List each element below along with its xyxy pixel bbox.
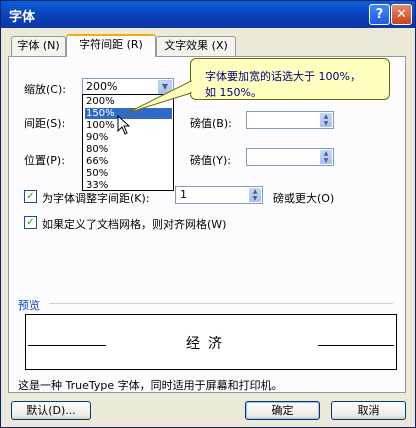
kerning-value: 1 [180,188,187,201]
scale-option[interactable]: 80% [85,144,172,155]
spacing-pt-label: 磅值(B): [190,117,232,130]
cancel-button[interactable]: 取消 [331,401,406,420]
kerning-checkbox[interactable]: ✓ [24,190,37,203]
callout-pointer [127,80,192,114]
kerning-spinner[interactable]: 1 ▲ ▼ [175,186,263,204]
scale-label: 缩放(C): [24,83,66,96]
ok-button[interactable]: 确定 [245,401,320,420]
spacing-label: 间距(S): [24,117,66,130]
position-pt-label: 磅值(Y): [190,154,232,167]
tab-font[interactable]: 字体 (N) [11,36,66,56]
preview-box: 经济 [25,314,397,370]
kerning-suffix-label: 磅或更大(O) [273,192,335,205]
default-button[interactable]: 默认(D)... [11,401,91,420]
tab-text-effects[interactable]: 文字效果 (X) [156,36,236,56]
close-button[interactable]: ✕ [391,4,412,25]
kerning-label: 为字体调整字间距(K): [42,192,150,205]
hint-line-1: 字体要加宽的话选大于 100%， [205,70,361,83]
preview-baseline-left [28,345,106,346]
grid-checkbox[interactable]: ✓ [24,216,37,229]
font-description: 这是一种 TrueType 字体，同时适用于屏幕和打印机。 [18,379,283,392]
scale-option[interactable]: 50% [85,168,172,179]
font-dialog: 字体 ? ✕ 字体 (N) 字符间距 (R) 文字效果 (X) 缩放(C): 2… [0,0,416,428]
spin-arrows-icon[interactable]: ▲ ▼ [249,188,261,202]
hint-callout: 字体要加宽的话选大于 100%， 如 150%。 [190,58,390,100]
mouse-cursor-icon [117,115,131,135]
preview-label: 预览 [18,299,40,312]
spin-arrows-icon[interactable]: ▲ ▼ [320,150,332,164]
title-bar[interactable]: 字体 ? ✕ [1,1,415,28]
position-pt-spinner[interactable]: ▲ ▼ [246,148,334,166]
help-button[interactable]: ? [369,4,390,25]
spin-arrows-icon[interactable]: ▲ ▼ [320,113,332,127]
scale-option[interactable]: 66% [85,156,172,167]
hint-line-2: 如 150%。 [205,86,262,99]
preview-sample: 经济 [186,336,230,352]
spacing-pt-spinner[interactable]: ▲ ▼ [246,111,334,129]
grid-label: 如果定义了文档网格，则对齐网格(W) [42,218,227,231]
window-title: 字体 [9,10,36,25]
preview-divider [49,303,393,304]
position-label: 位置(P): [24,154,65,167]
scale-option[interactable]: 33% [85,180,172,191]
scale-value: 200% [86,80,118,93]
tab-character-spacing[interactable]: 字符间距 (R) [66,34,156,57]
preview-baseline-right [318,345,394,346]
